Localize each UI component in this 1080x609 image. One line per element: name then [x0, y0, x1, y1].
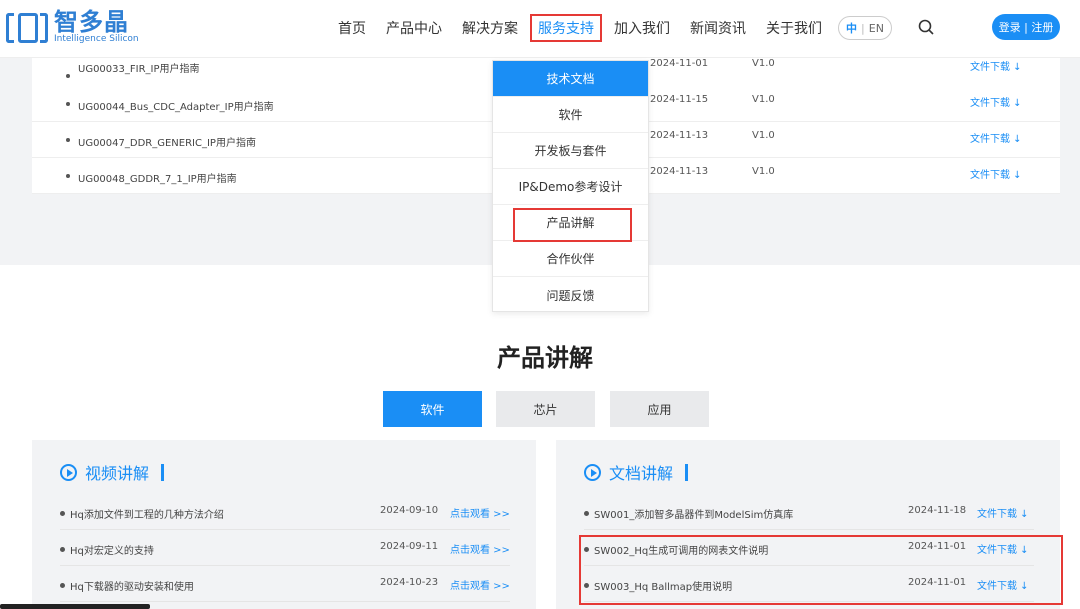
document-date: 2024-11-18 [908, 505, 967, 516]
file-name: UG00047_DDR_GENERIC_IP用户指南 [78, 138, 256, 149]
file-name: UG00048_GDDR_7_1_IP用户指南 [78, 174, 237, 185]
nav-products[interactable]: 产品中心 [378, 14, 450, 42]
logo-en-text: Intelligence Silicon [54, 34, 139, 44]
file-download-link[interactable]: 文件下载 ↓ [970, 94, 1022, 109]
document-panel-title: 文档讲解 [609, 464, 674, 483]
login-register-button[interactable]: 登录 | 注册 [992, 14, 1060, 40]
file-version: V1.0 [752, 94, 775, 105]
file-date: 2024-11-13 [650, 166, 709, 177]
watch-link[interactable]: 点击观看 >> [450, 505, 510, 520]
menu-item-software[interactable]: 软件 [493, 97, 648, 133]
tab-software[interactable]: 软件 [383, 391, 482, 427]
menu-item-tech-docs[interactable]: 技术文档 [493, 61, 648, 97]
play-icon [60, 463, 77, 481]
page-title: 产品讲解 [497, 344, 593, 372]
title-bar-decoration [161, 463, 165, 481]
video-panel: 视频讲解 Hq添加文件到工程的几种方法介绍 2024-09-10 点击观看 >>… [32, 440, 536, 609]
file-name: UG00044_Bus_CDC_Adapter_IP用户指南 [78, 102, 274, 113]
nav-news[interactable]: 新闻资讯 [682, 14, 754, 42]
video-name: Hq对宏定义的支持 [70, 546, 154, 557]
file-date: 2024-11-13 [650, 130, 709, 141]
video-name: Hq添加文件到工程的几种方法介绍 [70, 510, 224, 521]
service-support-dropdown: 技术文档 软件 开发板与套件 IP&Demo参考设计 产品讲解 合作伙伴 问题反… [492, 60, 649, 312]
language-switch[interactable]: 中 | EN [838, 16, 892, 40]
site-header: 智多晶 Intelligence Silicon 首页 产品中心 解决方案 服务… [0, 0, 1080, 58]
video-date: 2024-09-10 [380, 505, 439, 516]
list-item[interactable]: Hq添加文件到工程的几种方法介绍 2024-09-10 点击观看 >> [60, 494, 510, 530]
file-download-link[interactable]: 文件下载 ↓ [970, 130, 1022, 145]
horizontal-scrollbar[interactable] [0, 604, 150, 609]
lang-en[interactable]: EN [869, 22, 884, 35]
menu-item-ip-demo[interactable]: IP&Demo参考设计 [493, 169, 648, 205]
nav-service-support[interactable]: 服务支持 [530, 14, 602, 42]
file-version: V1.0 [752, 130, 775, 141]
tab-chip[interactable]: 芯片 [496, 391, 595, 427]
title-bar-decoration [685, 463, 689, 481]
nav-join-us[interactable]: 加入我们 [606, 14, 678, 42]
file-name: UG00033_FIR_IP用户指南 [78, 64, 200, 75]
menu-item-product-explanation[interactable]: 产品讲解 [493, 205, 648, 242]
file-version: V1.0 [752, 58, 775, 69]
file-download-link[interactable]: 文件下载 ↓ [977, 505, 1029, 520]
file-date: 2024-11-15 [650, 94, 709, 105]
watch-link[interactable]: 点击观看 >> [450, 541, 510, 556]
lang-separator: | [861, 21, 865, 35]
search-icon[interactable] [918, 19, 934, 35]
menu-item-feedback[interactable]: 问题反馈 [493, 277, 648, 313]
nav-about[interactable]: 关于我们 [758, 14, 830, 42]
highlight-box [579, 535, 1063, 605]
list-item[interactable]: SW001_添加智多晶器件到ModelSim仿真库 2024-11-18 文件下… [584, 494, 1034, 530]
watch-link[interactable]: 点击观看 >> [450, 577, 510, 592]
file-date: 2024-11-01 [650, 58, 709, 69]
logo[interactable]: 智多晶 Intelligence Silicon [6, 10, 139, 45]
file-download-link[interactable]: 文件下载 ↓ [970, 166, 1022, 181]
document-name: SW001_添加智多晶器件到ModelSim仿真库 [594, 510, 794, 521]
video-name: Hq下载器的驱动安装和使用 [70, 582, 194, 593]
list-item[interactable]: Hq对宏定义的支持 2024-09-11 点击观看 >> [60, 530, 510, 566]
nav-solutions[interactable]: 解决方案 [454, 14, 526, 42]
logo-icon [6, 11, 48, 45]
file-download-link[interactable]: 文件下载 ↓ [970, 58, 1022, 73]
list-item[interactable]: Hq下载器的驱动安装和使用 2024-10-23 点击观看 >> [60, 566, 510, 602]
video-date: 2024-09-11 [380, 541, 439, 552]
menu-item-partners[interactable]: 合作伙伴 [493, 241, 648, 277]
tab-application[interactable]: 应用 [610, 391, 709, 427]
video-panel-title: 视频讲解 [85, 464, 150, 483]
nav-home[interactable]: 首页 [330, 14, 374, 42]
lang-zh[interactable]: 中 [846, 20, 857, 36]
logo-cn-text: 智多晶 [54, 8, 129, 36]
file-version: V1.0 [752, 166, 775, 177]
main-nav: 首页 产品中心 解决方案 服务支持 加入我们 新闻资讯 关于我们 [330, 14, 834, 42]
menu-item-dev-boards[interactable]: 开发板与套件 [493, 133, 648, 169]
video-date: 2024-10-23 [380, 577, 439, 588]
play-icon [584, 463, 601, 481]
